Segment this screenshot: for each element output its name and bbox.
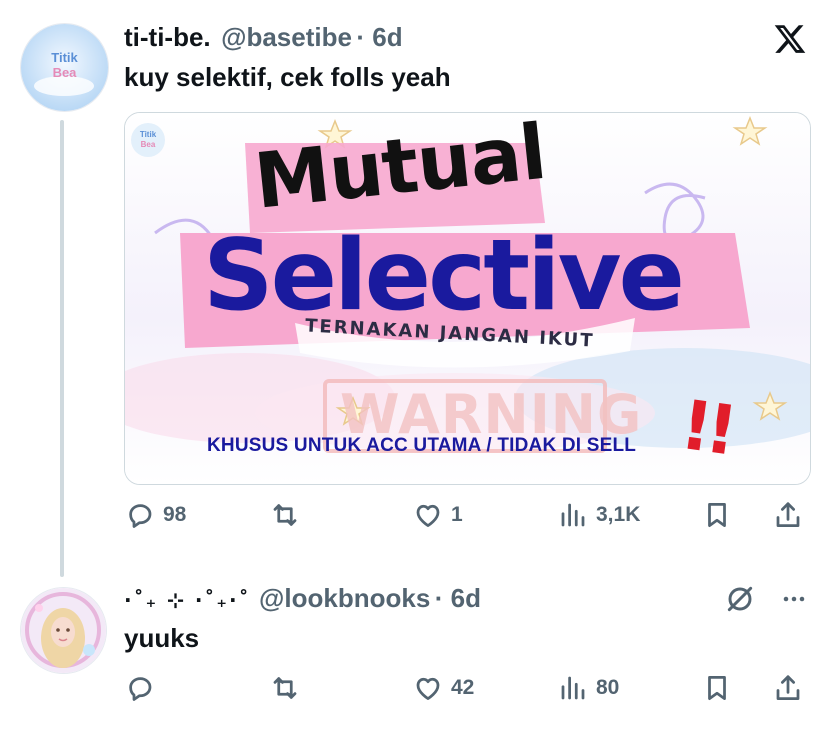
media-logo-line2: Bea bbox=[140, 140, 156, 149]
reply-icon bbox=[129, 504, 152, 528]
repost-icon bbox=[273, 677, 297, 699]
repost-icon bbox=[273, 504, 297, 526]
post-reply-count: 98 bbox=[163, 503, 187, 526]
reply-header: ·˚₊ ⊹ ·˚₊·˚ @lookbnooks · 6d bbox=[124, 581, 481, 620]
media-footer-text: KHUSUS UNTUK ACC UTAMA / TIDAK DI SELL bbox=[207, 435, 637, 456]
reply-like-button[interactable]: 42 bbox=[413, 673, 474, 703]
post-text: kuy selektif, cek folls yeah bbox=[124, 62, 451, 92]
more-icon[interactable] bbox=[778, 583, 810, 615]
like-icon bbox=[416, 677, 440, 700]
views-icon bbox=[561, 676, 585, 700]
reply-like-count: 42 bbox=[451, 676, 475, 699]
post-avatar[interactable]: Titik Bea bbox=[20, 23, 109, 112]
reply-reply-button[interactable] bbox=[125, 673, 155, 703]
reply-handle[interactable]: @lookbnooks bbox=[259, 583, 430, 613]
reply-icon bbox=[129, 677, 152, 701]
share-icon bbox=[776, 502, 800, 527]
grok-slash-icon[interactable] bbox=[724, 583, 756, 615]
media-logo-line1: Titik bbox=[139, 130, 157, 139]
post-repost-button[interactable] bbox=[270, 500, 300, 530]
bookmark-icon bbox=[708, 676, 726, 700]
post-reply-button[interactable]: 98 bbox=[125, 500, 186, 530]
post-bookmark-button[interactable] bbox=[702, 500, 732, 530]
reply-repost-button[interactable] bbox=[270, 673, 300, 703]
post-like-count: 1 bbox=[451, 503, 463, 526]
reply-text: yuuks bbox=[124, 623, 200, 653]
post-views-count: 3,1K bbox=[596, 503, 641, 526]
views-icon bbox=[561, 503, 585, 527]
reply-share-button[interactable] bbox=[773, 673, 803, 703]
post-time[interactable]: · 6d bbox=[356, 22, 402, 52]
x-logo-icon[interactable] bbox=[773, 22, 807, 56]
avatar-logo-line1: Titik bbox=[51, 50, 78, 65]
reply-bookmark-button[interactable] bbox=[702, 673, 732, 703]
reply-avatar[interactable] bbox=[20, 587, 107, 674]
share-icon bbox=[776, 675, 800, 700]
post-display-name[interactable]: ti-ti-be. bbox=[124, 22, 211, 52]
reply-views-count: 80 bbox=[596, 676, 620, 699]
thread-line bbox=[60, 120, 64, 577]
post-like-button[interactable]: 1 bbox=[413, 500, 463, 530]
post-header: ti-ti-be. @basetibe · 6d bbox=[124, 20, 403, 59]
post-handle[interactable]: @basetibe bbox=[221, 22, 352, 52]
reply-views-button[interactable]: 80 bbox=[558, 673, 619, 703]
reply-display-name[interactable]: ·˚₊ ⊹ ·˚₊·˚ bbox=[124, 588, 251, 612]
bookmark-icon bbox=[708, 503, 726, 527]
avatar-logo-line2: Bea bbox=[52, 65, 77, 80]
post-media-image[interactable]: Titik Bea Mutual Selective TERNAKAN JANG… bbox=[124, 112, 811, 485]
media-logo: Titik Bea bbox=[131, 123, 165, 157]
post-views-button[interactable]: 3,1K bbox=[558, 500, 640, 530]
reply-time[interactable]: · 6d bbox=[435, 583, 481, 613]
like-icon bbox=[416, 504, 440, 527]
post-share-button[interactable] bbox=[773, 500, 803, 530]
media-title-line2: Selective bbox=[203, 219, 685, 333]
